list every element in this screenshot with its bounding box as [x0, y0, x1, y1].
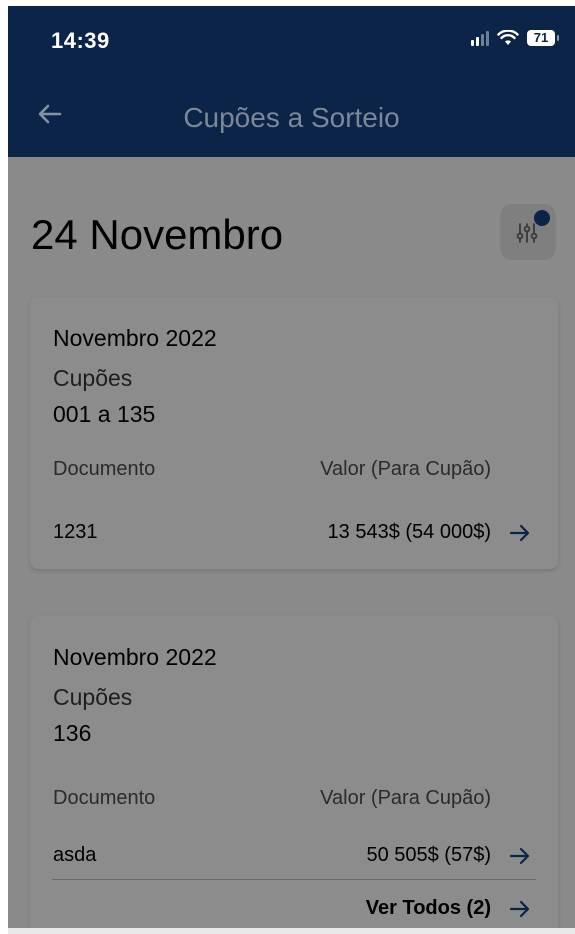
arrow-right-icon: [509, 847, 530, 865]
document-value: 1231: [53, 521, 98, 543]
coupons-range: 136: [53, 720, 92, 746]
date-heading: 24 Novembro: [31, 211, 284, 258]
filter-sliders-icon: [516, 223, 538, 243]
wifi-icon: [497, 30, 519, 45]
coupons-label: Cupões: [53, 365, 133, 391]
card-title: Novembro 2022: [53, 325, 217, 351]
document-value: asda: [53, 844, 97, 866]
page-title: Cupões a Sorteio: [183, 102, 400, 133]
see-all-link[interactable]: Ver Todos (2): [366, 897, 491, 920]
see-all-arrow-button[interactable]: [508, 897, 532, 921]
filter-active-indicator: [534, 210, 550, 226]
coupons-range: 001 a 135: [53, 401, 156, 427]
card-divider: [52, 879, 536, 880]
app-screen: 14:39 71 Cupões a Sorteio 24 Novembro No…: [8, 6, 575, 934]
status-time: 14:39: [51, 28, 110, 53]
document-column-header: Documento: [53, 458, 156, 480]
card-title: Novembro 2022: [53, 644, 217, 670]
coupon-card[interactable]: Novembro 2022 Cupões 001 a 135 Documento…: [30, 297, 558, 569]
open-document-button[interactable]: [508, 521, 532, 545]
bottom-sheet-edge[interactable]: [8, 928, 575, 934]
coupons-label: Cupões: [53, 684, 133, 710]
coupon-card[interactable]: Novembro 2022 Cupões 136 Documento Valor…: [30, 616, 558, 934]
top-app-bar: 14:39 71 Cupões a Sorteio: [8, 6, 575, 157]
arrow-right-icon: [509, 524, 530, 542]
value-column-header: Valor (Para Cupão): [320, 458, 491, 480]
document-column-header: Documento: [53, 787, 156, 809]
cellular-signal-icon: [471, 30, 489, 46]
battery-icon: 71: [527, 30, 559, 46]
amount-value: 50 505$ (57$): [366, 844, 491, 866]
status-icons: 71: [471, 30, 559, 46]
open-document-button[interactable]: [508, 844, 532, 868]
amount-value: 13 543$ (54 000$): [327, 521, 491, 543]
value-column-header: Valor (Para Cupão): [320, 787, 491, 809]
filter-button[interactable]: [500, 204, 556, 260]
arrow-right-icon: [509, 900, 530, 918]
